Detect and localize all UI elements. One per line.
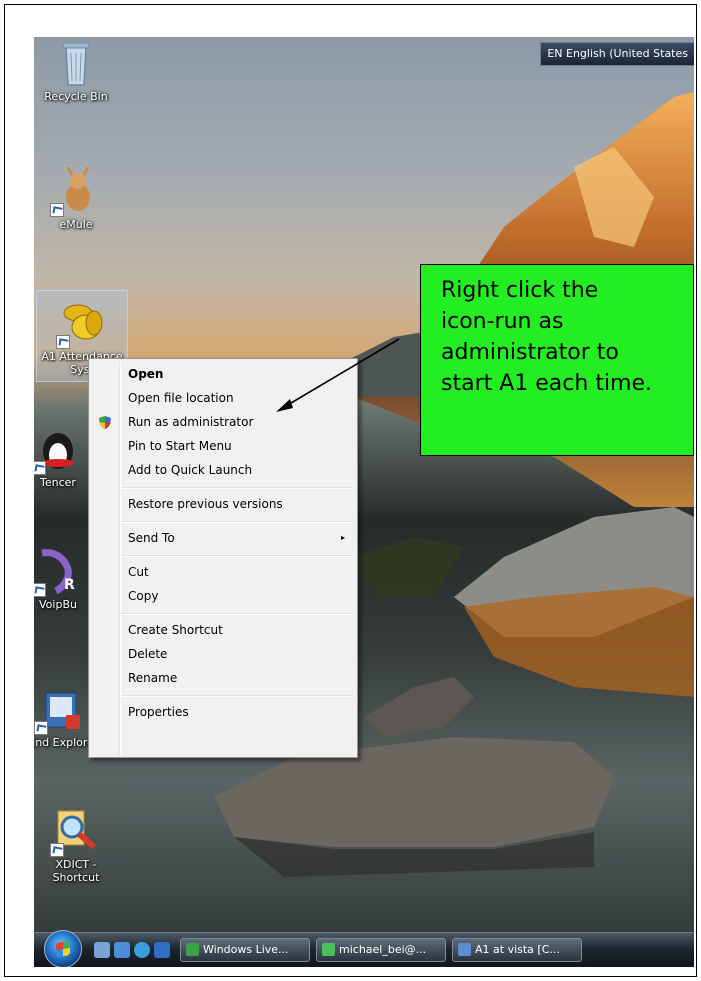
menu-separator <box>122 487 353 489</box>
shortcut-arrow-icon <box>56 335 70 349</box>
menu-item-label: Pin to Start Menu <box>128 439 232 453</box>
document-frame: EN English (United States Recycle Bin eM… <box>4 4 697 977</box>
menu-item-label: Delete <box>128 647 168 661</box>
emule-icon <box>50 166 100 217</box>
menu-item-send-to[interactable]: Send To ▸ <box>91 527 355 549</box>
switch-windows-icon[interactable] <box>114 942 130 958</box>
window-icon <box>458 943 471 956</box>
shortcut-arrow-icon <box>34 583 46 597</box>
menu-item-label: Open file location <box>128 391 234 405</box>
desktop-icon-label: XDICT - Shortcut <box>52 858 100 884</box>
menu-item-label: Cut <box>128 565 149 579</box>
taskbar-button-label: Windows Live... <box>203 943 289 956</box>
desktop-icon-emule[interactable]: eMule <box>34 166 120 231</box>
voip-icon: R <box>34 547 82 597</box>
menu-item-label: Add to Quick Launch <box>128 463 253 477</box>
messenger-icon <box>186 943 199 956</box>
desktop-icon-recycle-bin[interactable]: Recycle Bin <box>34 39 120 103</box>
desktop-icon-label: eMule <box>59 218 93 231</box>
menu-item-run-as-administrator[interactable]: Run as administrator <box>91 411 355 433</box>
menu-item-delete[interactable]: Delete <box>91 643 355 665</box>
callout-line: Right click the <box>441 278 599 303</box>
shortcut-arrow-icon <box>34 461 46 475</box>
desktop-icon-xdict[interactable]: XDICT - Shortcut <box>34 807 120 884</box>
menu-item-restore-previous-versions[interactable]: Restore previous versions <box>91 493 355 515</box>
penguin-icon <box>34 425 82 475</box>
instruction-callout: Right click the icon-run as administrato… <box>420 264 694 456</box>
menu-item-label: Copy <box>128 589 159 603</box>
context-menu: Open Open file location Run as administr… <box>88 358 358 758</box>
taskbar-button-windows-live[interactable]: Windows Live... <box>180 938 310 962</box>
menu-item-label: Run as administrator <box>128 415 254 429</box>
menu-item-copy[interactable]: Copy <box>91 585 355 607</box>
recycle-bin-icon <box>52 39 100 87</box>
taskbar-button-michael[interactable]: michael_bei@... <box>316 938 446 962</box>
magnifier-icon <box>50 807 100 857</box>
menu-item-properties[interactable]: Properties <box>91 701 355 723</box>
menu-item-cut[interactable]: Cut <box>91 561 355 583</box>
menu-item-add-to-quick-launch[interactable]: Add to Quick Launch <box>91 459 355 481</box>
start-button[interactable] <box>44 930 82 967</box>
taskbar-button-label: A1 at vista [C... <box>475 943 560 956</box>
desktop-icon-label: Recycle Bin <box>44 90 108 103</box>
contact-icon <box>322 943 335 956</box>
uac-shield-icon <box>99 416 111 429</box>
callout-line: icon-run as <box>441 309 564 334</box>
menu-item-label: Rename <box>128 671 178 685</box>
taskbar-button-label: michael_bei@... <box>339 943 427 956</box>
quick-launch-app-icon[interactable] <box>154 942 170 958</box>
menu-item-label: Open <box>128 367 164 381</box>
windows-logo-icon <box>56 941 70 957</box>
taskbar: Windows Live... michael_bei@... A1 at vi… <box>34 930 694 967</box>
menu-item-rename[interactable]: Rename <box>91 667 355 689</box>
svg-text:R: R <box>64 577 75 593</box>
menu-item-label: Properties <box>128 705 189 719</box>
internet-explorer-icon[interactable] <box>134 942 150 958</box>
callout-line: administrator to <box>441 340 619 365</box>
menu-item-label: Restore previous versions <box>128 497 283 511</box>
menu-separator <box>122 555 353 557</box>
coins-icon <box>56 299 106 349</box>
submenu-arrow-icon: ▸ <box>340 533 345 542</box>
menu-item-label: Send To <box>128 531 175 545</box>
menu-separator <box>122 695 353 697</box>
menu-item-open-file-location[interactable]: Open file location <box>91 387 355 409</box>
shortcut-arrow-icon <box>50 843 64 857</box>
menu-separator <box>122 521 353 523</box>
shortcut-arrow-icon <box>50 203 64 217</box>
explorer-icon <box>34 685 84 735</box>
menu-separator <box>122 613 353 615</box>
menu-item-open[interactable]: Open <box>91 363 355 385</box>
shortcut-arrow-icon <box>34 721 48 735</box>
taskbar-button-a1-vista[interactable]: A1 at vista [C... <box>452 938 582 962</box>
show-desktop-icon[interactable] <box>94 942 110 958</box>
menu-item-label: Create Shortcut <box>128 623 223 637</box>
language-bar[interactable]: EN English (United States <box>540 42 694 66</box>
menu-item-create-shortcut[interactable]: Create Shortcut <box>91 619 355 641</box>
callout-line: start A1 each time. <box>441 371 653 396</box>
menu-item-pin-to-start-menu[interactable]: Pin to Start Menu <box>91 435 355 457</box>
